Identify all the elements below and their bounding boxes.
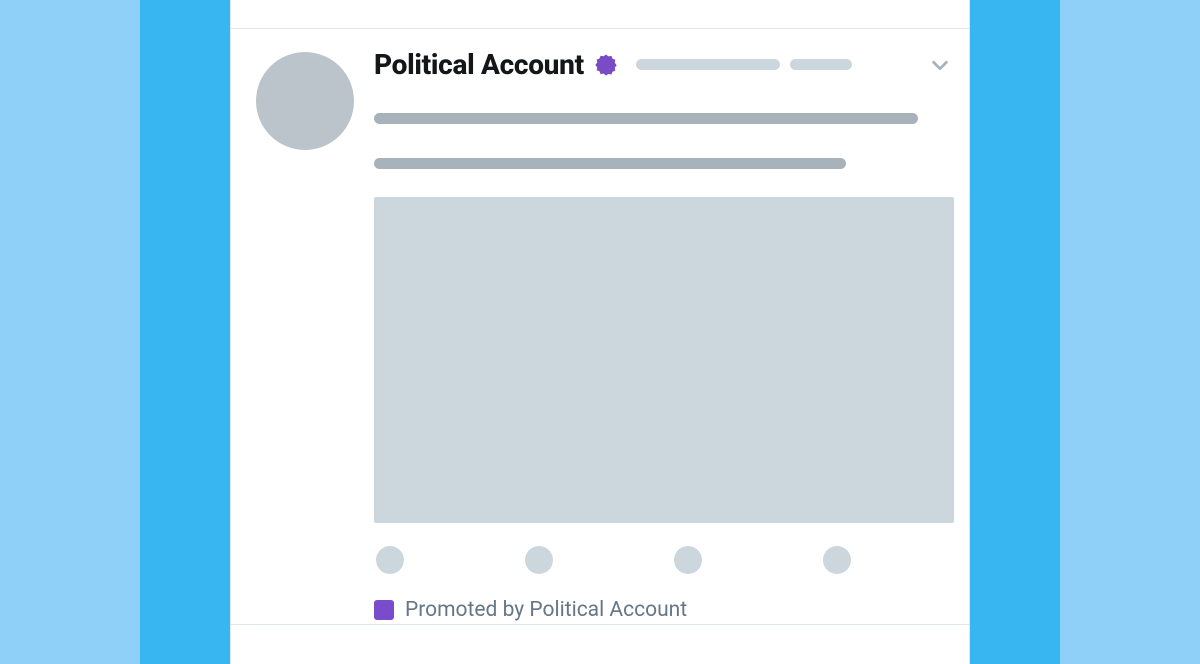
promoted-label: Promoted by Political Account — [405, 598, 687, 622]
verified-badge-icon — [594, 53, 618, 77]
post-content: Political Account — [374, 48, 951, 622]
media-attachment[interactable] — [374, 197, 954, 523]
promoted-icon — [374, 600, 394, 620]
brand-stripe-right — [970, 0, 1060, 664]
body-text-line — [374, 113, 918, 124]
account-name[interactable]: Political Account — [374, 48, 584, 81]
brand-stripe-left — [140, 0, 230, 664]
divider-top — [231, 28, 969, 29]
reply-button[interactable] — [376, 546, 404, 574]
post-actions — [374, 546, 951, 574]
timestamp-placeholder — [790, 59, 852, 70]
avatar[interactable] — [256, 52, 354, 150]
promoted-indicator[interactable]: Promoted by Political Account — [374, 598, 951, 622]
divider-bottom — [231, 624, 969, 625]
like-button[interactable] — [674, 546, 702, 574]
body-text-line — [374, 158, 846, 169]
handle-placeholder — [636, 59, 780, 70]
post-card: Political Account — [230, 0, 970, 664]
share-button[interactable] — [823, 546, 851, 574]
post-body — [374, 113, 951, 169]
post-header-row: Political Account — [374, 48, 951, 81]
repost-button[interactable] — [525, 546, 553, 574]
more-options-button[interactable] — [929, 54, 951, 76]
